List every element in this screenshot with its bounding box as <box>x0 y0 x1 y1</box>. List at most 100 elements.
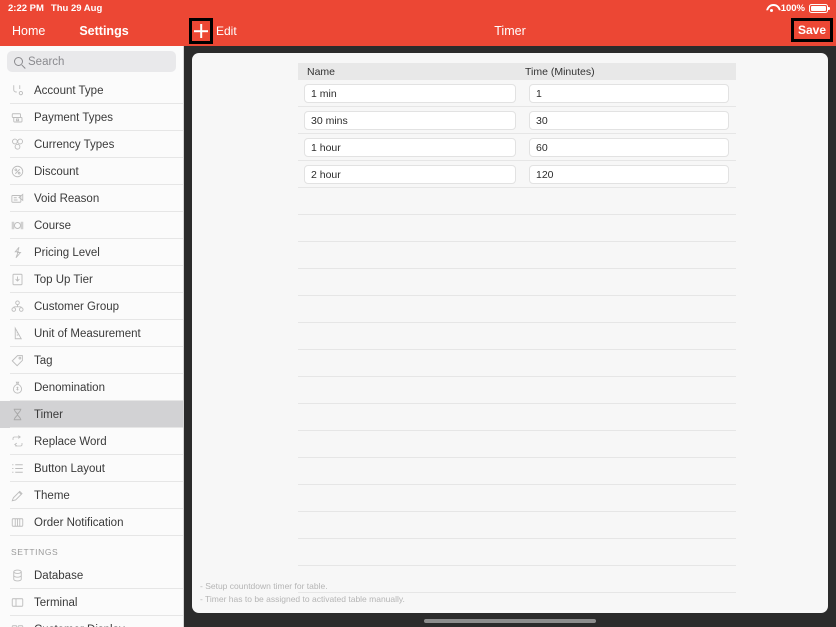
sidebar-item-button-layout[interactable]: Button Layout <box>0 455 183 482</box>
name-input[interactable]: 30 mins <box>304 111 516 130</box>
battery-percent: 100% <box>780 2 805 14</box>
name-cell[interactable]: 1 hour <box>304 138 516 157</box>
sidebar-item-replace-word[interactable]: Replace Word <box>0 428 183 455</box>
table-row-empty[interactable] <box>298 296 736 323</box>
table-row-empty[interactable] <box>298 458 736 485</box>
sidebar-item-label: Void Reason <box>34 192 100 205</box>
name-cell[interactable]: 2 hour <box>304 165 516 184</box>
table-row-empty[interactable] <box>298 188 736 215</box>
sidebar-item-label: Button Layout <box>34 462 105 475</box>
name-cell[interactable]: 30 mins <box>304 111 516 130</box>
table-row-empty[interactable] <box>298 485 736 512</box>
sidebar-item-terminal[interactable]: Terminal <box>0 589 183 616</box>
footer-note: - Timer has to be assigned to activated … <box>200 593 405 604</box>
status-bar-left: 2:22 PM Thu 29 Aug <box>0 3 102 14</box>
time-cell[interactable]: 60 <box>529 138 729 157</box>
timer-card: Name Time (Minutes) 1 min 1 30 mins 30 1… <box>192 53 828 613</box>
sidebar-item-discount[interactable]: Discount <box>0 158 183 185</box>
terminal-icon <box>10 595 25 610</box>
order-notification-icon <box>10 515 25 530</box>
time-cell[interactable]: 30 <box>529 111 729 130</box>
sidebar[interactable]: Search Account Type Payment Types Curren… <box>0 46 184 627</box>
status-date: Thu 29 Aug <box>50 2 103 14</box>
nav-bar: Home Settings Timer Edit Save <box>0 16 836 46</box>
table-row-empty[interactable] <box>298 404 736 431</box>
edit-button[interactable]: Edit <box>216 24 237 38</box>
main-area: Name Time (Minutes) 1 min 1 30 mins 30 1… <box>184 46 836 627</box>
sidebar-item-account-type[interactable]: Account Type <box>0 77 183 104</box>
sidebar-item-label: Discount <box>34 165 79 178</box>
table-row[interactable]: 1 hour 60 <box>298 134 736 161</box>
sidebar-item-label: Tag <box>34 354 53 367</box>
unit-of-measurement-icon <box>10 326 25 341</box>
table-row-empty[interactable] <box>298 350 736 377</box>
sidebar-item-top-up-tier[interactable]: Top Up Tier <box>0 266 183 293</box>
nav-home-button[interactable]: Home <box>12 24 45 38</box>
search-input[interactable]: Search <box>7 51 176 72</box>
status-bar: 2:22 PM Thu 29 Aug 100% <box>0 0 836 16</box>
table-row-empty[interactable] <box>298 377 736 404</box>
time-input[interactable]: 60 <box>529 138 729 157</box>
timer-table: Name Time (Minutes) 1 min 1 30 mins 30 1… <box>298 63 736 593</box>
table-row[interactable]: 1 min 1 <box>298 80 736 107</box>
name-cell[interactable]: 1 min <box>304 84 516 103</box>
home-indicator <box>424 619 596 623</box>
sidebar-item-order-notification[interactable]: Order Notification <box>0 509 183 536</box>
column-header-time: Time (Minutes) <box>525 65 595 78</box>
customer-group-icon <box>10 299 25 314</box>
time-input[interactable]: 1 <box>529 84 729 103</box>
top-up-tier-icon <box>10 272 25 287</box>
table-row[interactable]: 2 hour 120 <box>298 161 736 188</box>
sidebar-item-label: Unit of Measurement <box>34 327 141 340</box>
table-row-empty[interactable] <box>298 269 736 296</box>
status-bar-right: 100% <box>766 3 836 14</box>
time-input[interactable]: 30 <box>529 111 729 130</box>
sidebar-item-customer-display[interactable]: Customer Display <box>0 616 183 627</box>
table-row-empty[interactable] <box>298 539 736 566</box>
sidebar-item-unit-of-measurement[interactable]: Unit of Measurement <box>0 320 183 347</box>
page-title: Timer <box>494 24 526 38</box>
battery-icon <box>809 3 830 13</box>
sidebar-item-database[interactable]: Database <box>0 562 183 589</box>
customer-display-icon <box>10 622 25 627</box>
sidebar-item-course[interactable]: Course <box>0 212 183 239</box>
sidebar-item-currency-types[interactable]: Currency Types <box>0 131 183 158</box>
sidebar-item-pricing-level[interactable]: Pricing Level <box>0 239 183 266</box>
sidebar-item-label: Account Type <box>34 84 104 97</box>
time-cell[interactable]: 120 <box>529 165 729 184</box>
denomination-icon <box>10 380 25 395</box>
sidebar-item-label: Theme <box>34 489 70 502</box>
search-placeholder: Search <box>28 55 65 68</box>
table-row[interactable]: 30 mins 30 <box>298 107 736 134</box>
plus-icon[interactable] <box>189 18 213 44</box>
save-button[interactable]: Save <box>790 18 834 42</box>
status-time: 2:22 PM <box>8 2 44 14</box>
sidebar-item-label: Order Notification <box>34 516 124 529</box>
sidebar-item-tag[interactable]: Tag <box>0 347 183 374</box>
table-row-empty[interactable] <box>298 431 736 458</box>
table-row-empty[interactable] <box>298 242 736 269</box>
currency-types-icon <box>10 137 25 152</box>
sidebar-item-denomination[interactable]: Denomination <box>0 374 183 401</box>
add-edit-group: Edit <box>189 18 237 44</box>
sidebar-item-customer-group[interactable]: Customer Group <box>0 293 183 320</box>
timer-icon <box>10 407 25 422</box>
sidebar-item-void-reason[interactable]: Void Reason <box>0 185 183 212</box>
tag-icon <box>10 353 25 368</box>
sidebar-item-theme[interactable]: Theme <box>0 482 183 509</box>
name-input[interactable]: 1 hour <box>304 138 516 157</box>
sidebar-item-timer[interactable]: Timer <box>0 401 183 428</box>
database-icon <box>10 568 25 583</box>
table-row-empty[interactable] <box>298 512 736 539</box>
search-icon <box>14 57 23 66</box>
table-row-empty[interactable] <box>298 215 736 242</box>
time-input[interactable]: 120 <box>529 165 729 184</box>
button-layout-icon <box>10 461 25 476</box>
sidebar-item-payment-types[interactable]: Payment Types <box>0 104 183 131</box>
table-row-empty[interactable] <box>298 323 736 350</box>
column-header-name: Name <box>307 65 336 78</box>
name-input[interactable]: 2 hour <box>304 165 516 184</box>
time-cell[interactable]: 1 <box>529 84 729 103</box>
sidebar-item-label: Timer <box>34 408 63 421</box>
name-input[interactable]: 1 min <box>304 84 516 103</box>
